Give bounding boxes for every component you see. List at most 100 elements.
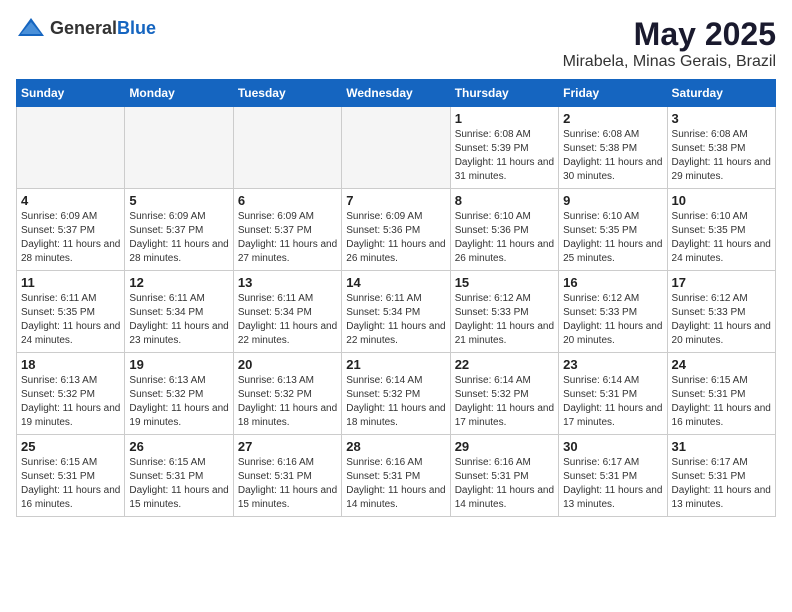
calendar-week-row: 18 Sunrise: 6:13 AMSunset: 5:32 PMDayligh… [17,353,776,435]
calendar-day-cell: 6 Sunrise: 6:09 AMSunset: 5:37 PMDaylight… [233,189,341,271]
day-number: 7 [346,193,445,208]
calendar-day-cell: 31 Sunrise: 6:17 AMSunset: 5:31 PMDayligh… [667,435,775,517]
day-info: Sunrise: 6:12 AMSunset: 5:33 PMDaylight:… [455,292,554,348]
day-info: Sunrise: 6:09 AMSunset: 5:36 PMDaylight:… [346,210,445,266]
calendar-day-cell: 23Sunrise: 6:14 AMSunset: 5:31 PMDayligh… [559,353,667,435]
calendar-day-cell: 12 Sunrise: 6:11 AMSunset: 5:34 PMDayligh… [125,271,233,353]
day-info: Sunrise: 6:16 AMSunset: 5:31 PMDaylight:… [346,456,445,512]
day-info: Sunrise: 6:09 AMSunset: 5:37 PMDaylight:… [21,210,120,266]
calendar-day-cell: 10Sunrise: 6:10 AMSunset: 5:35 PMDayligh… [667,189,775,271]
calendar-day-cell: 11 Sunrise: 6:11 AMSunset: 5:35 PMDayligh… [17,271,125,353]
calendar-day-cell: 9 Sunrise: 6:10 AMSunset: 5:35 PMDaylight… [559,189,667,271]
calendar-day-cell: 15Sunrise: 6:12 AMSunset: 5:33 PMDayligh… [450,271,558,353]
calendar-day-cell: 20 Sunrise: 6:13 AMSunset: 5:32 PMDayligh… [233,353,341,435]
title-block: May 2025 Mirabela, Minas Gerais, Brazil [563,16,776,71]
day-number: 28 [346,439,445,454]
day-of-week-header: Wednesday [342,80,450,107]
day-info: Sunrise: 6:16 AMSunset: 5:31 PMDaylight:… [238,456,337,512]
day-number: 26 [129,439,228,454]
month-title: May 2025 [563,16,776,53]
calendar-day-cell: 29Sunrise: 6:16 AMSunset: 5:31 PMDayligh… [450,435,558,517]
page-header: GeneralBlue May 2025 Mirabela, Minas Ger… [16,16,776,71]
calendar-header-row: SundayMondayTuesdayWednesdayThursdayFrid… [17,80,776,107]
calendar-day-cell [233,107,341,189]
day-info: Sunrise: 6:12 AMSunset: 5:33 PMDaylight:… [563,292,662,348]
calendar-day-cell: 22 Sunrise: 6:14 AMSunset: 5:32 PMDayligh… [450,353,558,435]
day-info: Sunrise: 6:11 AMSunset: 5:34 PMDaylight:… [129,292,228,348]
day-number: 25 [21,439,120,454]
day-info: Sunrise: 6:13 AMSunset: 5:32 PMDaylight:… [21,374,120,430]
day-number: 5 [129,193,228,208]
day-info: Sunrise: 6:14 AMSunset: 5:32 PMDaylight:… [455,374,554,430]
day-number: 22 [455,357,554,372]
day-of-week-header: Sunday [17,80,125,107]
calendar-day-cell: 3 Sunrise: 6:08 AMSunset: 5:38 PMDaylight… [667,107,775,189]
day-number: 31 [672,439,771,454]
day-info: Sunrise: 6:15 AMSunset: 5:31 PMDaylight:… [129,456,228,512]
day-info: Sunrise: 6:08 AMSunset: 5:38 PMDaylight:… [672,128,771,184]
day-info: Sunrise: 6:14 AMSunset: 5:32 PMDaylight:… [346,374,445,430]
logo: GeneralBlue [16,16,156,40]
day-info: Sunrise: 6:13 AMSunset: 5:32 PMDaylight:… [238,374,337,430]
day-info: Sunrise: 6:10 AMSunset: 5:36 PMDaylight:… [455,210,554,266]
calendar-week-row: 1Sunrise: 6:08 AMSunset: 5:39 PMDaylight… [17,107,776,189]
calendar-day-cell: 17Sunrise: 6:12 AMSunset: 5:33 PMDayligh… [667,271,775,353]
day-number: 11 [21,275,120,290]
day-number: 8 [455,193,554,208]
day-number: 21 [346,357,445,372]
day-number: 2 [563,111,662,126]
day-info: Sunrise: 6:11 AMSunset: 5:34 PMDaylight:… [346,292,445,348]
location-title: Mirabela, Minas Gerais, Brazil [563,53,776,71]
calendar-day-cell: 18 Sunrise: 6:13 AMSunset: 5:32 PMDayligh… [17,353,125,435]
day-info: Sunrise: 6:17 AMSunset: 5:31 PMDaylight:… [563,456,662,512]
day-info: Sunrise: 6:15 AMSunset: 5:31 PMDaylight:… [672,374,771,430]
day-info: Sunrise: 6:13 AMSunset: 5:32 PMDaylight:… [129,374,228,430]
day-number: 12 [129,275,228,290]
calendar-day-cell: 21 Sunrise: 6:14 AMSunset: 5:32 PMDayligh… [342,353,450,435]
day-info: Sunrise: 6:15 AMSunset: 5:31 PMDaylight:… [21,456,120,512]
calendar-day-cell: 28 Sunrise: 6:16 AMSunset: 5:31 PMDayligh… [342,435,450,517]
calendar-day-cell: 30 Sunrise: 6:17 AMSunset: 5:31 PMDayligh… [559,435,667,517]
calendar-day-cell: 7 Sunrise: 6:09 AMSunset: 5:36 PMDaylight… [342,189,450,271]
calendar-day-cell: 1Sunrise: 6:08 AMSunset: 5:39 PMDaylight… [450,107,558,189]
day-info: Sunrise: 6:09 AMSunset: 5:37 PMDaylight:… [129,210,228,266]
day-number: 30 [563,439,662,454]
day-number: 24 [672,357,771,372]
day-number: 19 [129,357,228,372]
day-of-week-header: Thursday [450,80,558,107]
day-number: 18 [21,357,120,372]
calendar-day-cell: 4 Sunrise: 6:09 AMSunset: 5:37 PMDaylight… [17,189,125,271]
day-info: Sunrise: 6:10 AMSunset: 5:35 PMDaylight:… [563,210,662,266]
calendar-day-cell: 5 Sunrise: 6:09 AMSunset: 5:37 PMDaylight… [125,189,233,271]
day-of-week-header: Tuesday [233,80,341,107]
calendar-table: SundayMondayTuesdayWednesdayThursdayFrid… [16,79,776,517]
calendar-day-cell: 14Sunrise: 6:11 AMSunset: 5:34 PMDayligh… [342,271,450,353]
calendar-week-row: 4 Sunrise: 6:09 AMSunset: 5:37 PMDaylight… [17,189,776,271]
day-info: Sunrise: 6:16 AMSunset: 5:31 PMDaylight:… [455,456,554,512]
calendar-week-row: 11 Sunrise: 6:11 AMSunset: 5:35 PMDayligh… [17,271,776,353]
day-info: Sunrise: 6:17 AMSunset: 5:31 PMDaylight:… [672,456,771,512]
day-info: Sunrise: 6:11 AMSunset: 5:34 PMDaylight:… [238,292,337,348]
day-number: 20 [238,357,337,372]
day-number: 23 [563,357,662,372]
day-number: 3 [672,111,771,126]
day-of-week-header: Friday [559,80,667,107]
day-number: 6 [238,193,337,208]
day-info: Sunrise: 6:09 AMSunset: 5:37 PMDaylight:… [238,210,337,266]
logo-text-general: General [50,18,117,38]
calendar-day-cell [17,107,125,189]
day-number: 13 [238,275,337,290]
calendar-day-cell: 2 Sunrise: 6:08 AMSunset: 5:38 PMDaylight… [559,107,667,189]
day-info: Sunrise: 6:08 AMSunset: 5:38 PMDaylight:… [563,128,662,184]
calendar-day-cell: 16 Sunrise: 6:12 AMSunset: 5:33 PMDayligh… [559,271,667,353]
calendar-day-cell: 27Sunrise: 6:16 AMSunset: 5:31 PMDayligh… [233,435,341,517]
day-info: Sunrise: 6:11 AMSunset: 5:35 PMDaylight:… [21,292,120,348]
day-of-week-header: Saturday [667,80,775,107]
calendar-day-cell: 24 Sunrise: 6:15 AMSunset: 5:31 PMDayligh… [667,353,775,435]
day-number: 9 [563,193,662,208]
day-number: 16 [563,275,662,290]
day-number: 4 [21,193,120,208]
calendar-day-cell: 8 Sunrise: 6:10 AMSunset: 5:36 PMDaylight… [450,189,558,271]
calendar-day-cell: 19 Sunrise: 6:13 AMSunset: 5:32 PMDayligh… [125,353,233,435]
calendar-day-cell: 26 Sunrise: 6:15 AMSunset: 5:31 PMDayligh… [125,435,233,517]
